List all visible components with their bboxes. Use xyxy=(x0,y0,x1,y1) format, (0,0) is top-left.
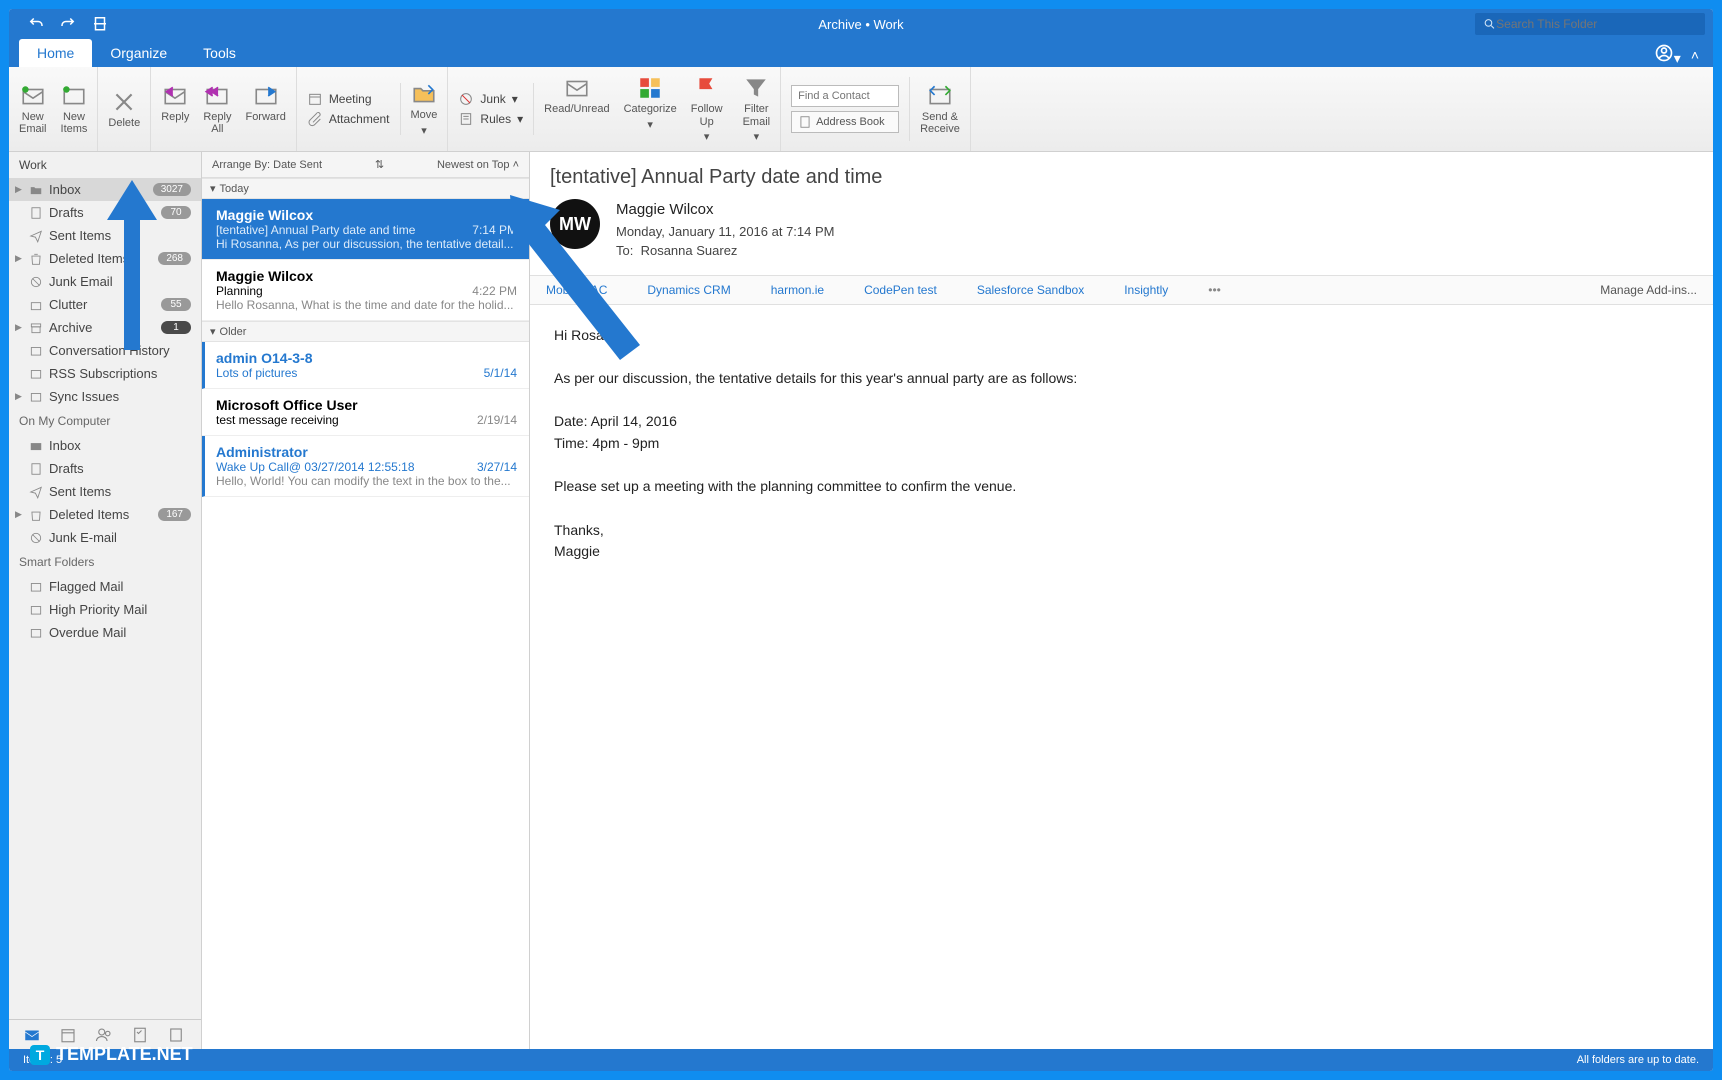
send-receive-button[interactable]: Send & Receive xyxy=(920,83,960,135)
watermark: TTEMPLATE.NET xyxy=(30,1044,193,1065)
folder-deleted-items[interactable]: ▶Deleted Items268 xyxy=(9,247,201,270)
folder-conversation-history[interactable]: Conversation History xyxy=(9,339,201,362)
new-items-button[interactable]: New Items xyxy=(61,83,88,135)
reading-to: Rosanna Suarez xyxy=(641,243,738,258)
read-unread-button[interactable]: Read/Unread xyxy=(544,75,609,142)
folder-drafts-local[interactable]: Drafts xyxy=(9,457,201,480)
message-item[interactable]: Maggie Wilcox Planning4:22 PM Hello Rosa… xyxy=(202,260,529,321)
mail-nav-icon[interactable] xyxy=(23,1026,41,1044)
ribbon-tabs: Home Organize Tools ▾ ˄ xyxy=(9,39,1713,67)
message-item[interactable]: Maggie Wilcox [tentative] Annual Party d… xyxy=(202,199,529,260)
search-input[interactable] xyxy=(1496,17,1697,31)
manage-addins-button[interactable]: Manage Add-ins... xyxy=(1600,283,1697,297)
search-icon xyxy=(1483,17,1496,31)
message-item[interactable]: admin O14-3-8 Lots of pictures5/1/14 xyxy=(202,342,529,389)
folder-drafts[interactable]: Drafts70 xyxy=(9,201,201,224)
folder-sidebar: Work ▶Inbox3027 Drafts70 Sent Items ▶Del… xyxy=(9,152,202,1049)
reply-button[interactable]: Reply xyxy=(161,83,189,135)
filter-email-button[interactable]: Filter Email ▾ xyxy=(743,75,771,142)
addins-more-icon[interactable]: ••• xyxy=(1208,283,1221,297)
folder-sent-local[interactable]: Sent Items xyxy=(9,480,201,503)
addin-link[interactable]: Salesforce Sandbox xyxy=(977,283,1084,297)
meeting-button[interactable]: Meeting xyxy=(307,91,390,107)
search-box[interactable] xyxy=(1475,13,1705,35)
message-item[interactable]: Microsoft Office User test message recei… xyxy=(202,389,529,436)
status-sync: All folders are up to date. xyxy=(1577,1054,1699,1066)
reading-from: Maggie Wilcox xyxy=(616,199,835,222)
addin-link[interactable]: CodePen test xyxy=(864,283,937,297)
section-on-my-computer[interactable]: On My Computer xyxy=(9,408,201,434)
follow-up-button[interactable]: Follow Up ▾ xyxy=(691,75,723,142)
tasks-nav-icon[interactable] xyxy=(131,1026,149,1044)
message-item[interactable]: Administrator Wake Up Call@ 03/27/2014 1… xyxy=(202,436,529,497)
folder-sync-issues[interactable]: ▶Sync Issues xyxy=(9,385,201,408)
reply-all-button[interactable]: Reply All xyxy=(203,83,231,135)
folder-junk-local[interactable]: Junk E-mail xyxy=(9,526,201,549)
titlebar: Archive • Work xyxy=(9,9,1713,39)
new-email-button[interactable]: New Email xyxy=(19,83,47,135)
status-bar: Items: 5 All folders are up to date. xyxy=(9,1049,1713,1071)
calendar-nav-icon[interactable] xyxy=(59,1026,77,1044)
tab-tools[interactable]: Tools xyxy=(185,39,254,67)
collapse-ribbon-icon[interactable]: ˄ xyxy=(1691,47,1699,63)
folder-rss[interactable]: RSS Subscriptions xyxy=(9,362,201,385)
address-book-button[interactable]: Address Book xyxy=(791,111,899,133)
message-list: Arrange By: Date Sent⇅ Newest on Top ˄ ▾… xyxy=(202,152,530,1049)
folder-high-priority[interactable]: High Priority Mail xyxy=(9,598,201,621)
delete-button[interactable]: Delete xyxy=(108,89,140,129)
reading-date: Monday, January 11, 2016 at 7:14 PM xyxy=(616,222,835,242)
reading-pane: [tentative] Annual Party date and time M… xyxy=(530,152,1713,1049)
junk-button[interactable]: Junk ▾ xyxy=(458,91,523,107)
rules-button[interactable]: Rules ▾ xyxy=(458,111,523,127)
addin-link[interactable]: Insightly xyxy=(1124,283,1168,297)
reading-body: Hi Rosanna, As per our discussion, the t… xyxy=(530,305,1713,584)
categorize-button[interactable]: Categorize ▾ xyxy=(624,75,677,142)
folder-junk-email[interactable]: Junk Email xyxy=(9,270,201,293)
people-nav-icon[interactable] xyxy=(95,1026,113,1044)
folder-deleted-local[interactable]: ▶Deleted Items167 xyxy=(9,503,201,526)
arrange-by-button[interactable]: Arrange By: Date Sent xyxy=(212,159,322,171)
newest-on-top-button[interactable]: Newest on Top ˄ xyxy=(437,159,519,171)
addin-link[interactable]: Mobile1 AC xyxy=(546,283,607,297)
section-smart-folders[interactable]: Smart Folders xyxy=(9,549,201,575)
folder-inbox-local[interactable]: Inbox xyxy=(9,434,201,457)
group-today[interactable]: ▾ Today xyxy=(202,178,529,199)
group-older[interactable]: ▾ Older xyxy=(202,321,529,342)
folder-flagged-mail[interactable]: Flagged Mail xyxy=(9,575,201,598)
folder-overdue-mail[interactable]: Overdue Mail xyxy=(9,621,201,644)
redo-icon[interactable] xyxy=(59,14,77,35)
section-work[interactable]: Work xyxy=(9,152,201,178)
attachment-button[interactable]: Attachment xyxy=(307,111,390,127)
window-title: Archive • Work xyxy=(9,17,1713,32)
undo-icon[interactable] xyxy=(27,14,45,35)
ribbon: New Email New Items Delete Reply Reply A… xyxy=(9,67,1713,152)
notes-nav-icon[interactable] xyxy=(167,1026,185,1044)
reading-subject: [tentative] Annual Party date and time xyxy=(530,152,1713,199)
move-button[interactable]: Move ▾ xyxy=(411,81,438,136)
addins-bar: Mobile1 AC Dynamics CRM harmon.ie CodePe… xyxy=(530,275,1713,305)
folder-sent-items[interactable]: Sent Items xyxy=(9,224,201,247)
avatar: MW xyxy=(550,199,600,249)
account-icon[interactable]: ▾ xyxy=(1654,43,1681,67)
folder-clutter[interactable]: Clutter55 xyxy=(9,293,201,316)
print-icon[interactable] xyxy=(91,14,109,35)
find-contact-input[interactable] xyxy=(791,85,899,107)
addin-link[interactable]: Dynamics CRM xyxy=(647,283,730,297)
tab-home[interactable]: Home xyxy=(19,39,92,67)
folder-archive[interactable]: ▶Archive1 xyxy=(9,316,201,339)
forward-button[interactable]: Forward xyxy=(245,83,285,135)
addin-link[interactable]: harmon.ie xyxy=(771,283,824,297)
tab-organize[interactable]: Organize xyxy=(92,39,185,67)
folder-inbox[interactable]: ▶Inbox3027 xyxy=(9,178,201,201)
